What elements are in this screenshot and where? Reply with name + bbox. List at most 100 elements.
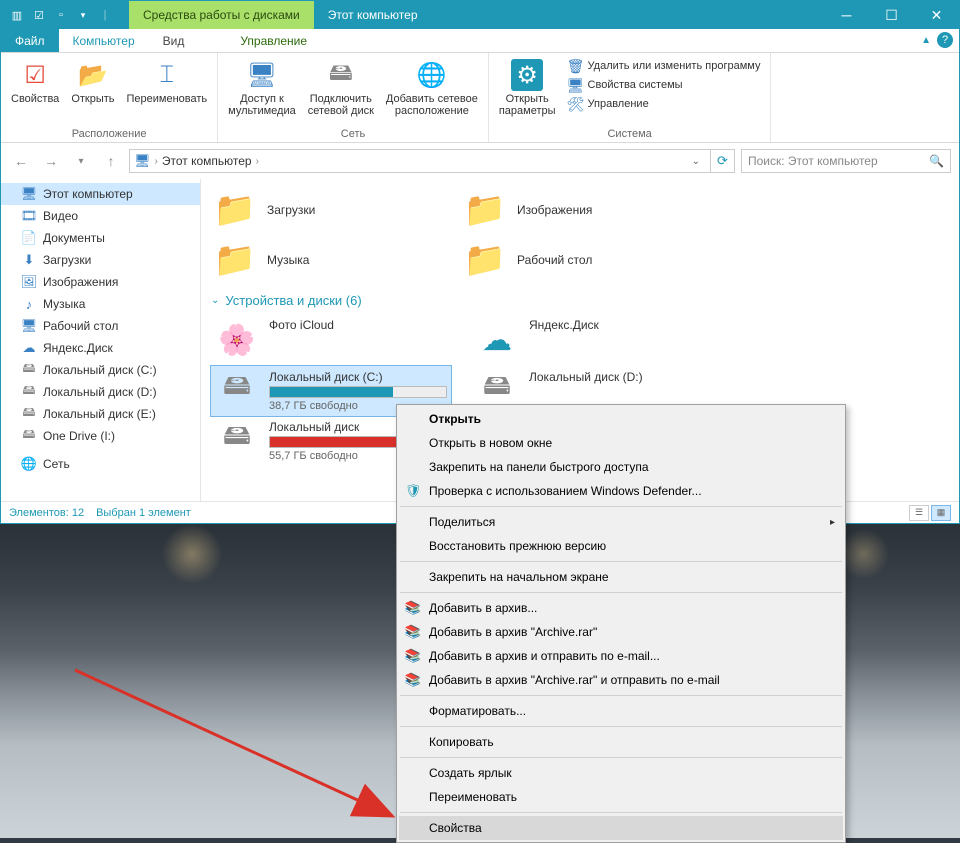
icloud-icon: 🌸 — [215, 318, 259, 362]
close-button[interactable]: ✕ — [914, 1, 959, 29]
rename-icon: ⌶ — [151, 59, 183, 91]
nav-video[interactable]: 🎞Видео — [1, 205, 200, 227]
tab-computer[interactable]: Компьютер — [59, 29, 149, 52]
media-icon: 🖥 — [246, 59, 278, 91]
cm-copy[interactable]: Копировать — [399, 730, 843, 754]
folder-pictures[interactable]: 📁 Изображения — [461, 185, 691, 235]
nav-pictures[interactable]: 🖼Изображения — [1, 271, 200, 293]
folder-icon: 📁 — [213, 188, 257, 232]
nav-desktop[interactable]: 🖥Рабочий стол — [1, 315, 200, 337]
nav-disk-e[interactable]: 🖴Локальный диск (E:) — [1, 403, 200, 425]
cm-separator — [400, 757, 842, 758]
tab-manage[interactable]: Управление — [226, 29, 321, 52]
help-icon[interactable]: ? — [937, 32, 953, 48]
crumb-this-pc[interactable]: Этот компьютер — [162, 154, 252, 168]
cm-open[interactable]: Открыть — [399, 407, 843, 431]
yandex-disk-icon: ☁ — [475, 318, 519, 362]
open-icon: 📂 — [77, 59, 109, 91]
crumb-sep-icon[interactable]: › — [155, 156, 158, 167]
cm-separator — [400, 561, 842, 562]
ribbon: ☑ Свойства 📂 Открыть ⌶ Переименовать Рас… — [1, 53, 959, 143]
address-dropdown-icon[interactable]: ⌄ — [686, 156, 706, 167]
group-label-network: Сеть — [224, 126, 482, 140]
app-icon: ▥ — [9, 7, 25, 23]
navigation-pane: 🖥Этот компьютер 🎞Видео 📄Документы ⬇Загру… — [1, 179, 201, 501]
drive-icon: 🖴 — [215, 420, 259, 456]
refresh-button[interactable]: ⟳ — [711, 149, 735, 173]
nav-disk-d[interactable]: 🖴Локальный диск (D:) — [1, 381, 200, 403]
qat-properties-icon[interactable]: ☑ — [31, 7, 47, 23]
cm-rename[interactable]: Переименовать — [399, 785, 843, 809]
cm-add-archive-rar[interactable]: 📚Добавить в архив "Archive.rar" — [399, 620, 843, 644]
context-menu: Открыть Открыть в новом окне Закрепить н… — [396, 404, 846, 843]
yandex-icon: ☁ — [21, 340, 37, 356]
cm-share[interactable]: Поделиться▸ — [399, 510, 843, 534]
winrar-icon: 📚 — [405, 648, 421, 664]
cm-add-rar-email[interactable]: 📚Добавить в архив "Archive.rar" и отправ… — [399, 668, 843, 692]
status-selected: Выбран 1 элемент — [96, 507, 191, 519]
nav-network[interactable]: 🌐Сеть — [1, 453, 200, 475]
cm-pin-start[interactable]: Закрепить на начальном экране — [399, 565, 843, 589]
drive-yandex[interactable]: ☁ Яндекс.Диск — [471, 314, 711, 366]
desktop-icon: 🖥 — [21, 318, 37, 334]
nav-disk-c[interactable]: 🖴Локальный диск (C:) — [1, 359, 200, 381]
cm-properties[interactable]: Свойства — [399, 816, 843, 840]
network-icon: 🌐 — [21, 456, 37, 472]
view-tiles-button[interactable]: ▦ — [931, 505, 951, 521]
cm-add-archive[interactable]: 📚Добавить в архив... — [399, 596, 843, 620]
section-drives-header[interactable]: ⌄ Устройства и диски (6) — [211, 293, 949, 308]
folder-icon: 📁 — [463, 238, 507, 282]
nav-documents[interactable]: 📄Документы — [1, 227, 200, 249]
ribbon-properties-button[interactable]: ☑ Свойства — [7, 57, 63, 107]
collapse-ribbon-icon[interactable]: ▲ — [921, 35, 931, 46]
tab-view[interactable]: Вид — [149, 29, 199, 52]
cm-format[interactable]: Форматировать... — [399, 699, 843, 723]
nav-downloads[interactable]: ⬇Загрузки — [1, 249, 200, 271]
ribbon-media-access-button[interactable]: 🖥 Доступ к мультимедиа — [224, 57, 300, 119]
ribbon-manage-button[interactable]: 🛠 Управление — [564, 95, 765, 113]
cm-pin-quick[interactable]: Закрепить на панели быстрого доступа — [399, 455, 843, 479]
quick-access-toolbar: ▥ ☑ ▫ ▾ | — [1, 7, 121, 23]
history-dropdown[interactable]: ▾ — [69, 149, 93, 173]
search-box[interactable]: 🔍 — [741, 149, 951, 173]
ribbon-rename-button[interactable]: ⌶ Переименовать — [123, 57, 212, 107]
search-input[interactable] — [748, 154, 925, 168]
ribbon-open-button[interactable]: 📂 Открыть — [67, 57, 118, 107]
up-button[interactable]: ↑ — [99, 149, 123, 173]
ribbon-uninstall-button[interactable]: 🗑 Удалить или изменить программу — [564, 57, 765, 75]
cm-shortcut[interactable]: Создать ярлык — [399, 761, 843, 785]
folder-downloads[interactable]: 📁 Загрузки — [211, 185, 441, 235]
view-details-button[interactable]: ☰ — [909, 505, 929, 521]
ribbon-add-network-button[interactable]: 🌐 Добавить сетевое расположение — [382, 57, 482, 119]
ribbon-sysprops-button[interactable]: 🖥 Свойства системы — [564, 76, 765, 94]
crumb-sep-icon[interactable]: › — [256, 156, 259, 167]
address-bar[interactable]: 🖥 › Этот компьютер › ⌄ — [129, 149, 711, 173]
folder-music[interactable]: 📁 Музыка — [211, 235, 441, 285]
submenu-arrow-icon: ▸ — [830, 517, 835, 528]
drive-icloud[interactable]: 🌸 Фото iCloud — [211, 314, 451, 366]
tab-file[interactable]: Файл — [1, 29, 59, 52]
sysprops-icon: 🖥 — [568, 77, 584, 93]
nav-yandex[interactable]: ☁Яндекс.Диск — [1, 337, 200, 359]
ribbon-map-drive-button[interactable]: 🖴 Подключить сетевой диск — [304, 57, 378, 119]
cm-restore[interactable]: Восстановить прежнюю версию — [399, 534, 843, 558]
cm-defender[interactable]: 🛡Проверка с использованием Windows Defen… — [399, 479, 843, 503]
ribbon-open-settings-button[interactable]: ⚙ Открыть параметры — [495, 57, 560, 119]
nav-this-pc[interactable]: 🖥Этот компьютер — [1, 183, 200, 205]
map-drive-icon: 🖴 — [325, 59, 357, 91]
cm-separator — [400, 726, 842, 727]
manage-icon: 🛠 — [568, 96, 584, 112]
maximize-button[interactable]: ☐ — [869, 1, 914, 29]
drive-icon: 🖴 — [21, 384, 37, 400]
context-tab-title: Средства работы с дисками — [129, 1, 314, 29]
back-button[interactable]: ← — [9, 149, 33, 173]
qat-dropdown-icon[interactable]: ▾ — [75, 7, 91, 23]
cm-open-new-window[interactable]: Открыть в новом окне — [399, 431, 843, 455]
qat-newfolder-icon[interactable]: ▫ — [53, 7, 69, 23]
forward-button[interactable]: → — [39, 149, 63, 173]
folder-desktop[interactable]: 📁 Рабочий стол — [461, 235, 691, 285]
nav-onedrive[interactable]: 🖴One Drive (I:) — [1, 425, 200, 447]
cm-add-email[interactable]: 📚Добавить в архив и отправить по e-mail.… — [399, 644, 843, 668]
nav-music[interactable]: ♪Музыка — [1, 293, 200, 315]
minimize-button[interactable]: ─ — [824, 1, 869, 29]
